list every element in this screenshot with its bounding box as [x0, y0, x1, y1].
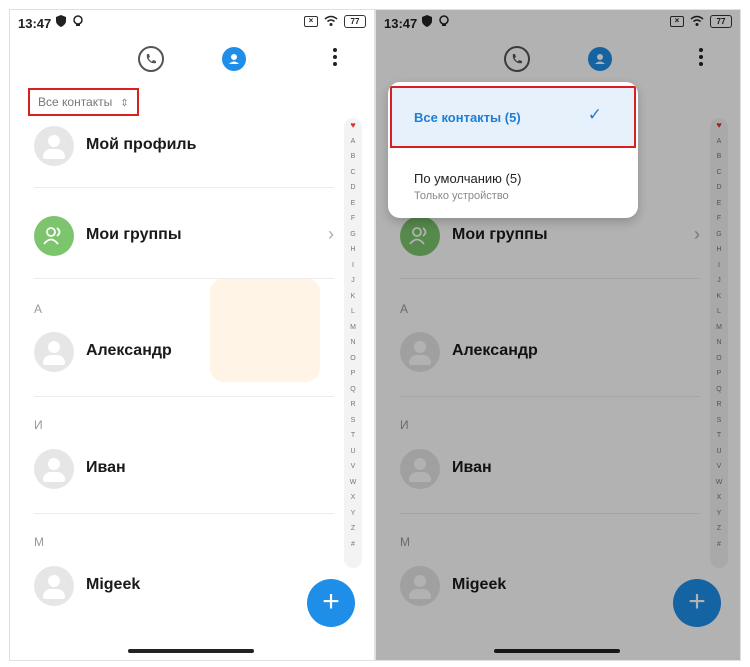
- row-name: Мой профиль: [86, 136, 197, 153]
- bulb-icon: [73, 15, 83, 26]
- status-bar: 13:47 × 77: [10, 10, 374, 34]
- avatar: [34, 332, 74, 372]
- option-sublabel: Только устройство: [414, 190, 509, 202]
- avatar: [34, 449, 74, 489]
- contact-name: Александр: [86, 342, 172, 359]
- index-letter[interactable]: A: [344, 134, 362, 150]
- contact-row[interactable]: Иван: [34, 445, 324, 493]
- battery-icon: 77: [344, 14, 366, 28]
- index-letter[interactable]: G: [344, 227, 362, 243]
- avatar: [34, 566, 74, 606]
- index-letter[interactable]: P: [344, 366, 362, 382]
- alphabet-index[interactable]: ♥ A B C D E F G H I J K L M N O P Q R S T U V W X Y Z #: [344, 118, 362, 568]
- row-name: Мои группы: [86, 226, 182, 243]
- option-all-contacts[interactable]: Все контакты (5) ✓: [390, 86, 636, 148]
- filter-label: Все контакты: [38, 95, 113, 109]
- home-indicator: [128, 649, 254, 653]
- shield-icon: [56, 15, 66, 27]
- contact-name: Иван: [86, 459, 126, 476]
- index-letter[interactable]: S: [344, 413, 362, 429]
- index-letter[interactable]: R: [344, 397, 362, 413]
- section-header: И: [34, 418, 43, 432]
- sim-icon: ×: [304, 15, 318, 27]
- my-profile-row[interactable]: Мой профиль: [34, 122, 324, 170]
- index-letter[interactable]: D: [344, 180, 362, 196]
- divider: [34, 187, 334, 188]
- favorites-heart-icon[interactable]: ♥: [344, 118, 362, 134]
- filter-popup-menu: Все контакты (5) ✓ По умолчанию (5) Толь…: [388, 82, 638, 218]
- group-icon: [43, 227, 61, 245]
- chevron-right-icon: ›: [328, 224, 334, 244]
- tab-contacts-icon[interactable]: [222, 47, 246, 71]
- index-letter[interactable]: W: [344, 475, 362, 491]
- divider: [34, 396, 334, 397]
- contact-row[interactable]: Migeek: [34, 562, 324, 610]
- tab-phone-icon[interactable]: [138, 46, 164, 72]
- avatar: [34, 126, 74, 166]
- group-avatar: [34, 216, 74, 256]
- index-letter[interactable]: C: [344, 165, 362, 181]
- index-letter[interactable]: X: [344, 490, 362, 506]
- option-label[interactable]: По умолчанию (5): [414, 171, 521, 186]
- checkmark-icon: ✓: [587, 105, 602, 124]
- index-letter[interactable]: B: [344, 149, 362, 165]
- section-header: M: [34, 535, 44, 549]
- index-letter[interactable]: L: [344, 304, 362, 320]
- index-letter[interactable]: I: [344, 258, 362, 274]
- more-menu-icon[interactable]: [332, 48, 338, 68]
- index-letter[interactable]: F: [344, 211, 362, 227]
- filter-dropdown[interactable]: Все контакты ⇕: [28, 88, 139, 116]
- contact-name: Migeek: [86, 576, 141, 593]
- index-letter[interactable]: J: [344, 273, 362, 289]
- contacts-screen-with-menu: 13:47 × 77 Мои группы › А Александр И Ив…: [376, 10, 740, 660]
- wifi-icon: [324, 15, 338, 26]
- add-contact-button[interactable]: +: [307, 579, 355, 627]
- status-time: 13:47: [18, 16, 52, 31]
- index-letter[interactable]: K: [344, 289, 362, 305]
- divider: [34, 513, 334, 514]
- section-header: А: [34, 302, 43, 316]
- divider: [34, 278, 334, 279]
- index-letter[interactable]: Z: [344, 521, 362, 537]
- index-letter[interactable]: M: [344, 320, 362, 336]
- index-letter[interactable]: Q: [344, 382, 362, 398]
- index-letter[interactable]: H: [344, 242, 362, 258]
- contact-row[interactable]: Александр: [34, 328, 324, 376]
- chevron-updown-icon: ⇕: [120, 98, 129, 109]
- index-letter[interactable]: V: [344, 459, 362, 475]
- contacts-screen: 13:47 × 77 Все контакты ⇕ Мой профиль Мои…: [10, 10, 374, 660]
- index-letter[interactable]: O: [344, 351, 362, 367]
- index-letter[interactable]: E: [344, 196, 362, 212]
- index-letter[interactable]: Y: [344, 506, 362, 522]
- index-letter[interactable]: N: [344, 335, 362, 351]
- option-label: Все контакты (5): [414, 110, 521, 125]
- top-bar: [10, 46, 374, 76]
- index-letter[interactable]: #: [344, 537, 362, 553]
- index-letter[interactable]: T: [344, 428, 362, 444]
- my-groups-row[interactable]: Мои группы ›: [34, 212, 334, 260]
- index-letter[interactable]: U: [344, 444, 362, 460]
